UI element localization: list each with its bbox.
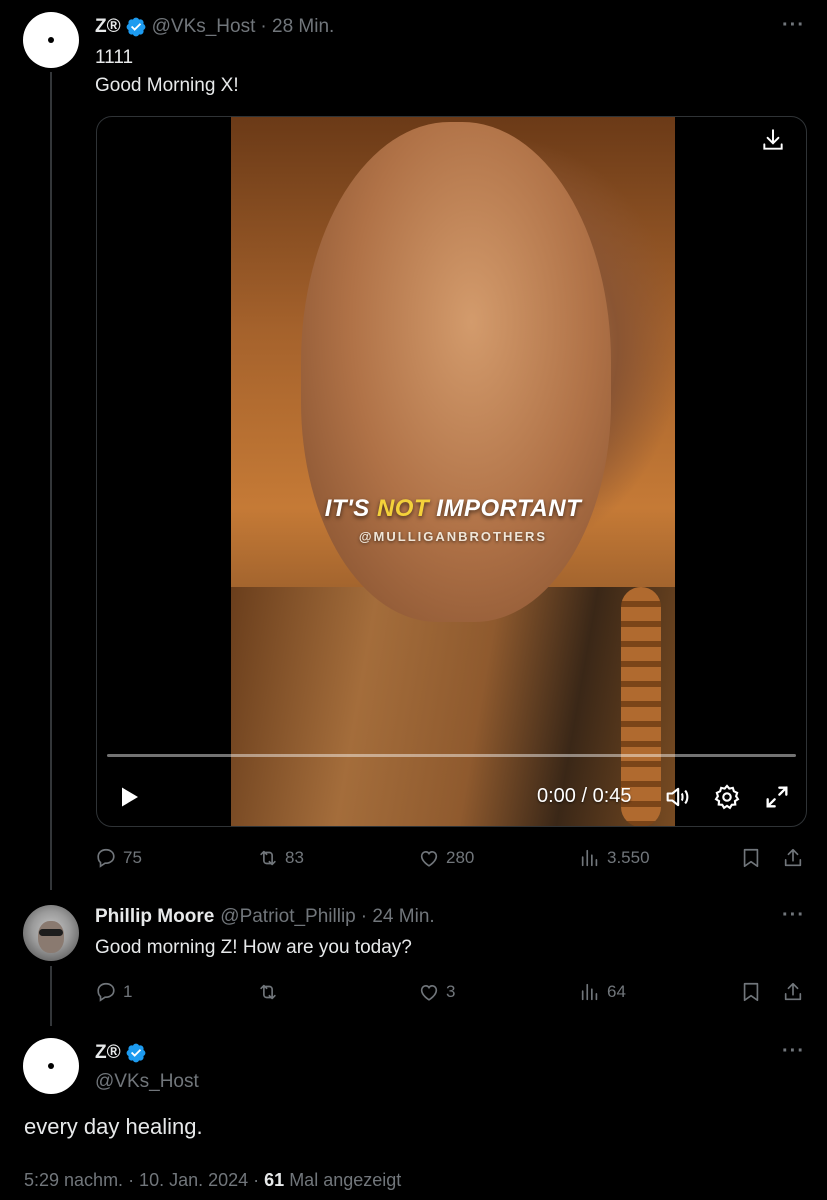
play-icon[interactable] [117,785,141,809]
tweet-z-1: Z® @VKs_Host · 28 Min. ··· 1111 Good Mor… [0,0,827,890]
share-icon[interactable] [782,981,804,1003]
video-caption: IT'S NOT IMPORTANT @MULLIGANBROTHERS [231,495,675,544]
avatar[interactable] [23,12,79,68]
repost-icon [260,850,276,866]
heart-icon [420,850,438,867]
author-name[interactable]: Z® [95,1042,121,1064]
tweet-actions: 1 3 64 [95,976,807,1008]
timestamp-text[interactable]: 5:29 nachm. · 10. Jan. 2024 · [24,1170,264,1190]
more-options-button[interactable]: ··· [782,14,805,37]
share-icon[interactable] [782,847,804,869]
heart-icon [420,984,438,1001]
tweet-header: Z® [95,1042,152,1064]
fullscreen-icon[interactable] [763,783,791,811]
more-options-button[interactable]: ··· [782,904,805,927]
views-count: 61 [264,1170,285,1190]
tweet-actions: 75 83 280 3.550 [95,842,807,874]
repost-button[interactable]: 83 [257,842,304,874]
verified-badge-icon [126,17,146,37]
author-name[interactable]: Z® [95,16,121,38]
author-name[interactable]: Phillip Moore [95,906,214,928]
more-options-button[interactable]: ··· [782,1040,805,1063]
repost-button[interactable] [257,976,285,1008]
views-chart-icon [581,849,598,867]
post-time[interactable]: · 28 Min. [260,16,334,38]
views-count: 64 [607,982,626,1001]
reply-count: 1 [123,982,133,1001]
verified-badge-icon [126,1043,146,1063]
views-label: Mal angezeigt [284,1170,402,1190]
reply-count: 75 [123,848,142,867]
like-count: 280 [446,848,475,867]
volume-icon[interactable] [663,783,691,811]
author-handle[interactable]: @Patriot_Phillip [220,906,355,928]
reply-icon [97,848,115,868]
like-button[interactable]: 3 [418,976,455,1008]
like-button[interactable]: 280 [418,842,474,874]
repost-icon [260,984,276,1000]
caption-highlight: NOT [376,495,430,522]
caption-post: IMPORTANT [429,495,582,522]
caption-watermark: @MULLIGANBROTHERS [358,529,548,544]
gear-icon[interactable] [713,783,741,811]
author-handle[interactable]: @VKs_Host [95,1068,199,1096]
reply-icon [97,982,115,1002]
tweet-text: every day healing. [24,1114,203,1139]
bookmark-icon[interactable] [740,981,762,1003]
views-button[interactable]: 64 [579,976,626,1008]
views-chart-icon [581,983,598,1001]
video-player[interactable]: IT'S NOT IMPORTANT @MULLIGANBROTHERS 0:0… [96,116,807,827]
tweet-header: Z® @VKs_Host · 28 Min. [95,16,334,38]
tweet-reply-phillip: Phillip Moore @Patriot_Phillip · 24 Min.… [0,890,827,1026]
tweet-timestamp: 5:29 nachm. · 10. Jan. 2024 · 61 Mal ang… [24,1170,401,1191]
download-icon[interactable] [760,127,786,153]
video-time: 0:00 / 0:45 [537,785,632,807]
like-count: 3 [446,982,456,1001]
tweet-header: Phillip Moore @Patriot_Phillip · 24 Min. [95,906,435,928]
video-progress-bar[interactable] [107,754,796,757]
tweet-text: 1111 Good Morning X! [95,47,239,96]
author-handle[interactable]: @VKs_Host [152,16,256,38]
caption-pre: IT'S [324,495,377,522]
tweet-text: Good morning Z! How are you today? [95,937,412,958]
reply-button[interactable]: 1 [95,976,132,1008]
reply-button[interactable]: 75 [95,842,142,874]
views-button[interactable]: 3.550 [579,842,650,874]
avatar[interactable] [23,905,79,961]
video-frame: IT'S NOT IMPORTANT @MULLIGANBROTHERS [231,117,675,826]
avatar[interactable] [23,1038,79,1094]
post-time[interactable]: · 24 Min. [361,906,435,928]
repost-count: 83 [285,848,304,867]
bookmark-icon[interactable] [740,847,762,869]
views-count: 3.550 [607,848,650,867]
